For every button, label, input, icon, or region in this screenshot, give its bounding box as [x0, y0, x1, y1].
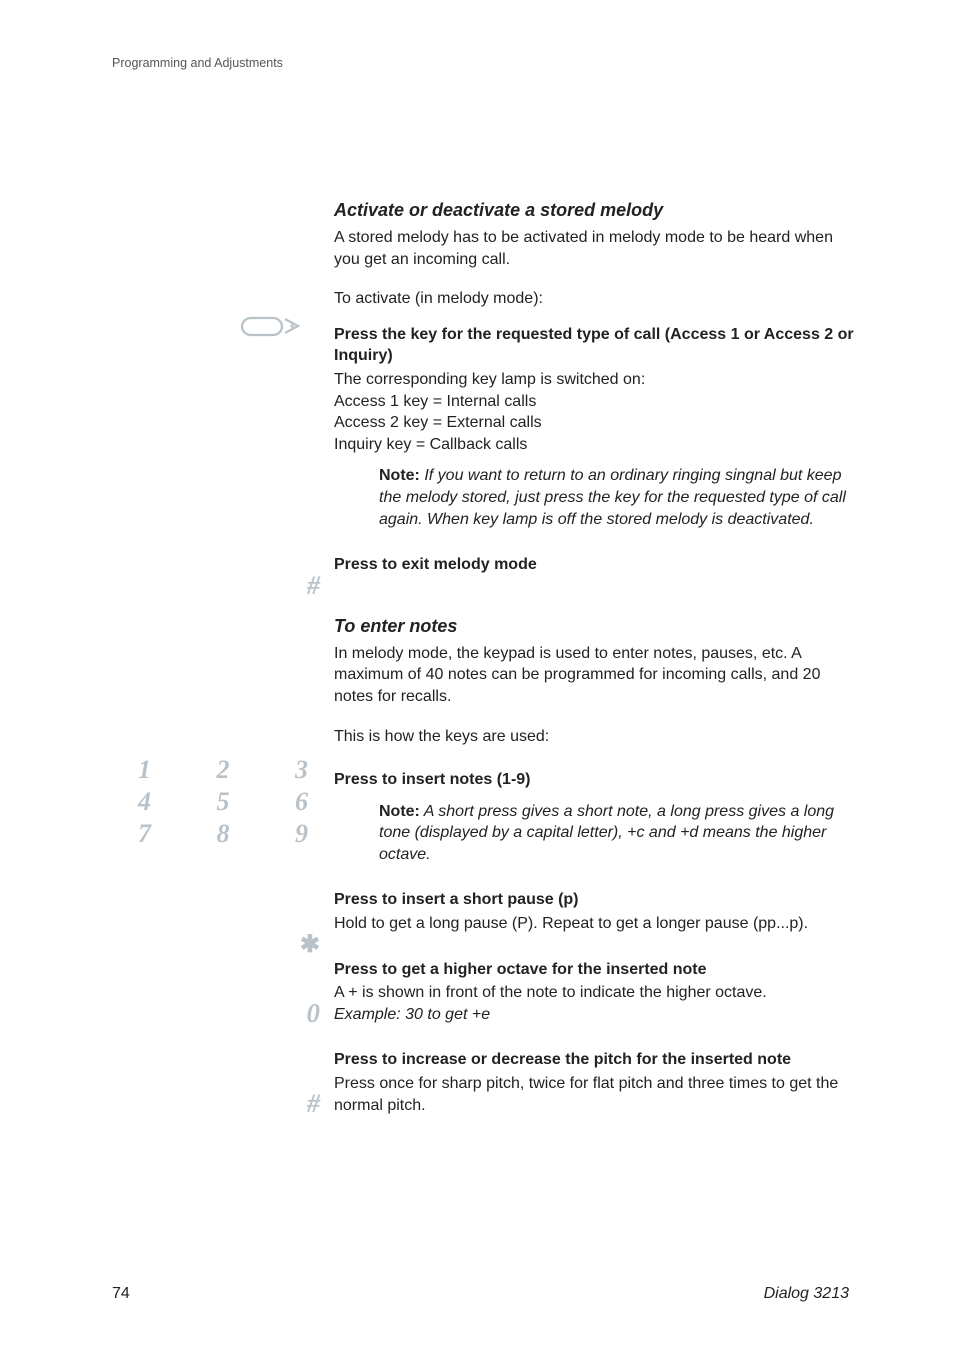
- model-name: Dialog 3213: [764, 1285, 849, 1303]
- keypad-9: 9: [295, 819, 308, 849]
- star-icon: ✱: [110, 933, 320, 957]
- line: The corresponding key lamp is switched o…: [334, 369, 854, 391]
- keypad-1: 1: [138, 755, 151, 785]
- hash-icon-2: #: [110, 1091, 320, 1117]
- body-text: A + is shown in front of the note to ind…: [334, 984, 767, 1001]
- line: Access 2 key = External calls: [334, 412, 854, 434]
- step-heading-access: Press the key for the requested type of …: [334, 324, 854, 367]
- body-text: Press once for sharp pitch, twice for fl…: [334, 1073, 854, 1116]
- function-key-icon: [240, 314, 302, 338]
- step-heading-exit: Press to exit melody mode: [334, 554, 854, 576]
- line: Access 1 key = Internal calls: [334, 391, 854, 413]
- section-title-notes: To enter notes: [334, 616, 854, 637]
- note-body: If you want to return to an ordinary rin…: [379, 467, 846, 527]
- body-text: Hold to get a long pause (P). Repeat to …: [334, 913, 854, 935]
- lead-text-2: This is how the keys are used:: [334, 726, 854, 748]
- step-heading-insert: Press to insert notes (1-9): [334, 769, 854, 791]
- note: Note: If you want to return to an ordina…: [334, 465, 854, 530]
- example-text: Example: 30 to get +e: [334, 1006, 490, 1023]
- note-label: Note:: [379, 803, 420, 820]
- step-heading-pause: Press to insert a short pause (p): [334, 889, 854, 911]
- keypad-2: 2: [217, 755, 230, 785]
- lead-text: To activate (in melody mode):: [334, 288, 854, 310]
- intro-text: A stored melody has to be activated in m…: [334, 227, 854, 270]
- note-label: Note:: [379, 467, 420, 484]
- intro-text-2: In melody mode, the keypad is used to en…: [334, 643, 854, 708]
- keypad-8: 8: [217, 819, 230, 849]
- note-body: A short press gives a short note, a long…: [379, 803, 834, 863]
- keypad-3: 3: [295, 755, 308, 785]
- page-number: 74: [112, 1285, 130, 1303]
- running-header: Programming and Adjustments: [112, 56, 283, 70]
- step-heading-pitch: Press to increase or decrease the pitch …: [334, 1049, 854, 1071]
- keypad-illustration: 1 2 3 4 5 6 7 8 9: [138, 755, 308, 851]
- keypad-5: 5: [217, 787, 230, 817]
- zero-icon: 0: [110, 1000, 320, 1027]
- line: Inquiry key = Callback calls: [334, 434, 854, 456]
- section-title-activate: Activate or deactivate a stored melody: [334, 200, 854, 221]
- hash-icon: #: [110, 573, 320, 599]
- step-body: The corresponding key lamp is switched o…: [334, 369, 854, 455]
- keypad-7: 7: [138, 819, 151, 849]
- note: Note: A short press gives a short note, …: [334, 801, 854, 866]
- step-heading-octave: Press to get a higher octave for the ins…: [334, 959, 854, 981]
- keypad-4: 4: [138, 787, 151, 817]
- keypad-6: 6: [295, 787, 308, 817]
